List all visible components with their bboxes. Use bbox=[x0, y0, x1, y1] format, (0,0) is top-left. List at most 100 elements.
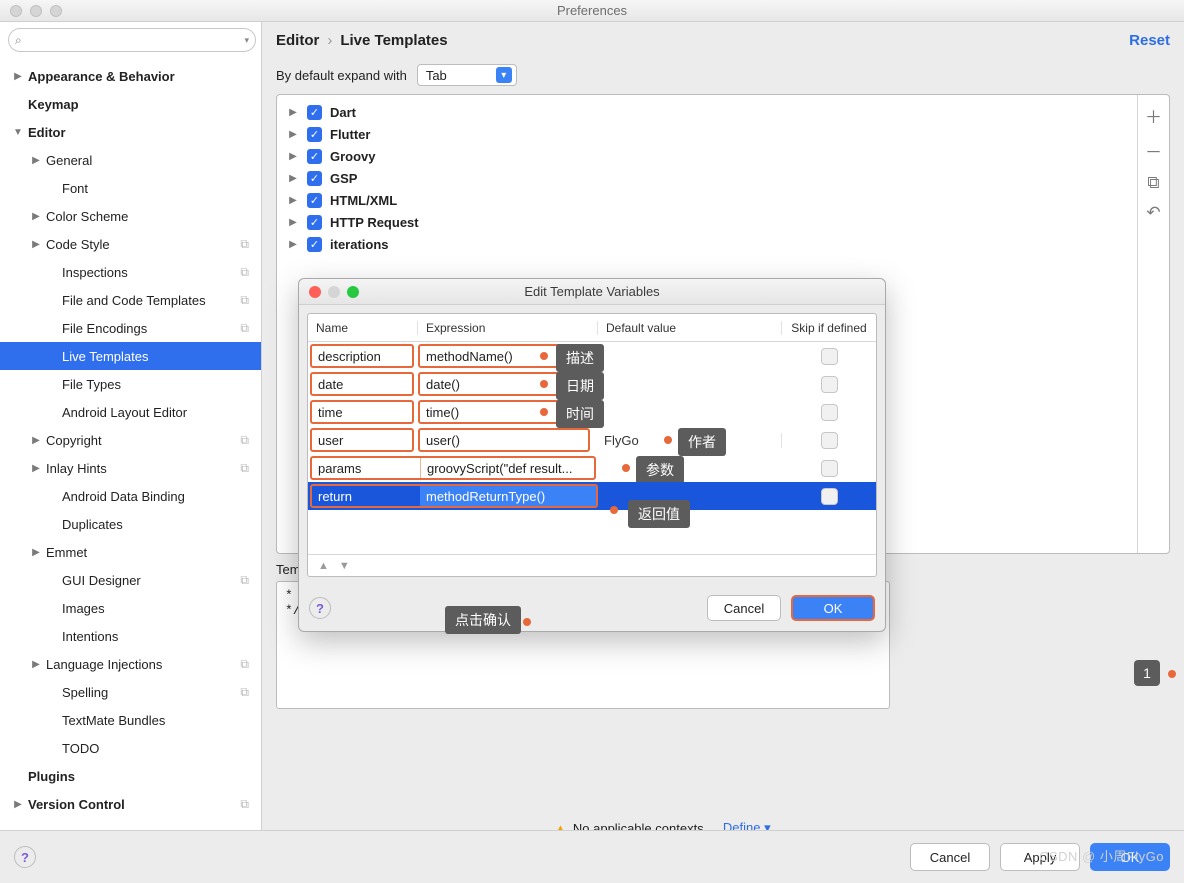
var-expr-cell[interactable]: user() bbox=[418, 428, 590, 452]
apply-button[interactable]: Apply bbox=[1000, 843, 1080, 871]
sidebar-item[interactable]: Copyright⧉ bbox=[0, 426, 261, 454]
add-icon[interactable]: ＋ bbox=[1145, 103, 1162, 128]
sidebar-item[interactable]: TextMate Bundles bbox=[0, 706, 261, 734]
template-group-row[interactable]: GSP bbox=[277, 167, 1137, 189]
group-checkbox[interactable] bbox=[307, 127, 322, 142]
move-down-icon[interactable]: ▼ bbox=[339, 560, 350, 572]
group-checkbox[interactable] bbox=[307, 193, 322, 208]
disclosure-arrow-icon[interactable] bbox=[12, 71, 24, 82]
minimize-traffic[interactable] bbox=[30, 5, 42, 17]
sidebar-item[interactable]: Plugins bbox=[0, 762, 261, 790]
sidebar-item[interactable]: File Encodings⧉ bbox=[0, 314, 261, 342]
disclosure-arrow-icon[interactable] bbox=[30, 463, 42, 474]
disclosure-arrow-icon[interactable] bbox=[30, 547, 42, 558]
disclosure-arrow-icon[interactable] bbox=[287, 217, 299, 228]
sidebar-item[interactable]: Emmet bbox=[0, 538, 261, 566]
dialog-cancel-button[interactable]: Cancel bbox=[707, 595, 781, 621]
template-group-row[interactable]: HTML/XML bbox=[277, 189, 1137, 211]
group-checkbox[interactable] bbox=[307, 149, 322, 164]
dialog-ok-button[interactable]: OK bbox=[791, 595, 875, 621]
sidebar-item[interactable]: Spelling⧉ bbox=[0, 678, 261, 706]
sidebar-item[interactable]: Keymap bbox=[0, 90, 261, 118]
help-button[interactable]: ? bbox=[14, 846, 36, 868]
template-group-row[interactable]: Flutter bbox=[277, 123, 1137, 145]
revert-icon[interactable]: ↶ bbox=[1146, 203, 1160, 223]
copy-icon[interactable]: ⧉ bbox=[1147, 173, 1159, 193]
variable-row[interactable]: returnmethodReturnType()返回值 bbox=[308, 482, 876, 510]
sidebar-item[interactable]: Live Templates bbox=[0, 342, 261, 370]
sidebar-item[interactable]: Android Layout Editor bbox=[0, 398, 261, 426]
breadcrumb-root[interactable]: Editor bbox=[276, 32, 319, 49]
sidebar-item[interactable]: Version Control⧉ bbox=[0, 790, 261, 818]
zoom-traffic[interactable] bbox=[50, 5, 62, 17]
disclosure-arrow-icon[interactable] bbox=[12, 127, 24, 138]
skip-checkbox[interactable] bbox=[821, 404, 838, 421]
disclosure-arrow-icon[interactable] bbox=[30, 435, 42, 446]
skip-checkbox[interactable] bbox=[821, 432, 838, 449]
group-checkbox[interactable] bbox=[307, 237, 322, 252]
skip-checkbox[interactable] bbox=[821, 348, 838, 365]
sidebar-item[interactable]: Images bbox=[0, 594, 261, 622]
template-group-row[interactable]: HTTP Request bbox=[277, 211, 1137, 233]
search-history-icon[interactable]: ▾ bbox=[244, 35, 249, 46]
sidebar-item[interactable]: GUI Designer⧉ bbox=[0, 566, 261, 594]
group-checkbox[interactable] bbox=[307, 105, 322, 120]
sidebar-search[interactable]: ⌕ ▾ bbox=[8, 28, 256, 52]
var-name-cell[interactable]: date bbox=[310, 372, 414, 396]
sidebar-item[interactable]: Intentions bbox=[0, 622, 261, 650]
sidebar-item[interactable]: General bbox=[0, 146, 261, 174]
disclosure-arrow-icon[interactable] bbox=[287, 151, 299, 162]
var-name-cell[interactable]: description bbox=[310, 344, 414, 368]
disclosure-arrow-icon[interactable] bbox=[12, 799, 24, 810]
disclosure-arrow-icon[interactable] bbox=[287, 195, 299, 206]
cancel-button[interactable]: Cancel bbox=[910, 843, 990, 871]
sidebar-item[interactable]: Language Injections⧉ bbox=[0, 650, 261, 678]
disclosure-arrow-icon[interactable] bbox=[30, 659, 42, 670]
close-traffic[interactable] bbox=[10, 5, 22, 17]
sidebar-item[interactable]: File and Code Templates⧉ bbox=[0, 286, 261, 314]
variables-table[interactable]: Name Expression Default value Skip if de… bbox=[307, 313, 877, 577]
var-expr-cell[interactable]: methodReturnType() bbox=[420, 486, 596, 506]
group-checkbox[interactable] bbox=[307, 171, 322, 186]
sidebar-item[interactable]: TODO bbox=[0, 734, 261, 762]
disclosure-arrow-icon[interactable] bbox=[287, 173, 299, 184]
variable-row[interactable]: timetime()时间 bbox=[308, 398, 876, 426]
sidebar-item[interactable]: Duplicates bbox=[0, 510, 261, 538]
variable-row[interactable]: useruser()FlyGo作者 bbox=[308, 426, 876, 454]
move-up-icon[interactable]: ▲ bbox=[318, 560, 329, 572]
sidebar-item[interactable]: Inspections⧉ bbox=[0, 258, 261, 286]
skip-checkbox[interactable] bbox=[821, 376, 838, 393]
var-name-cell[interactable]: user bbox=[310, 428, 414, 452]
disclosure-arrow-icon[interactable] bbox=[30, 211, 42, 222]
sidebar-item[interactable]: Appearance & Behavior bbox=[0, 62, 261, 90]
disclosure-arrow-icon[interactable] bbox=[287, 129, 299, 140]
variable-row[interactable]: descriptionmethodName()描述 bbox=[308, 342, 876, 370]
dialog-help-button[interactable]: ? bbox=[309, 597, 331, 619]
disclosure-arrow-icon[interactable] bbox=[30, 239, 42, 250]
var-expr-cell[interactable]: groovyScript("def result... bbox=[420, 458, 594, 478]
ok-button[interactable]: OK bbox=[1090, 843, 1170, 871]
template-group-row[interactable]: Dart bbox=[277, 101, 1137, 123]
template-group-row[interactable]: Groovy bbox=[277, 145, 1137, 167]
settings-tree[interactable]: Appearance & BehaviorKeymapEditorGeneral… bbox=[0, 58, 261, 830]
remove-icon[interactable]: － bbox=[1145, 138, 1162, 163]
skip-checkbox[interactable] bbox=[821, 488, 838, 505]
sidebar-item[interactable]: Font bbox=[0, 174, 261, 202]
sidebar-item[interactable]: Code Style⧉ bbox=[0, 230, 261, 258]
dialog-zoom-traffic[interactable] bbox=[347, 286, 359, 298]
expand-with-select[interactable]: Tab bbox=[417, 64, 517, 86]
sidebar-item[interactable]: File Types bbox=[0, 370, 261, 398]
var-name-cell[interactable]: params bbox=[312, 461, 420, 476]
var-name-cell[interactable]: return bbox=[312, 489, 420, 504]
variable-row[interactable]: datedate()日期 bbox=[308, 370, 876, 398]
template-group-row[interactable]: iterations bbox=[277, 233, 1137, 255]
skip-checkbox[interactable] bbox=[821, 460, 838, 477]
sidebar-item[interactable]: Inlay Hints⧉ bbox=[0, 454, 261, 482]
search-input[interactable] bbox=[22, 32, 243, 48]
reset-link[interactable]: Reset bbox=[1129, 32, 1170, 49]
disclosure-arrow-icon[interactable] bbox=[287, 239, 299, 250]
dialog-min-traffic[interactable] bbox=[328, 286, 340, 298]
sidebar-item[interactable]: Color Scheme bbox=[0, 202, 261, 230]
sidebar-item[interactable]: Android Data Binding bbox=[0, 482, 261, 510]
disclosure-arrow-icon[interactable] bbox=[30, 155, 42, 166]
